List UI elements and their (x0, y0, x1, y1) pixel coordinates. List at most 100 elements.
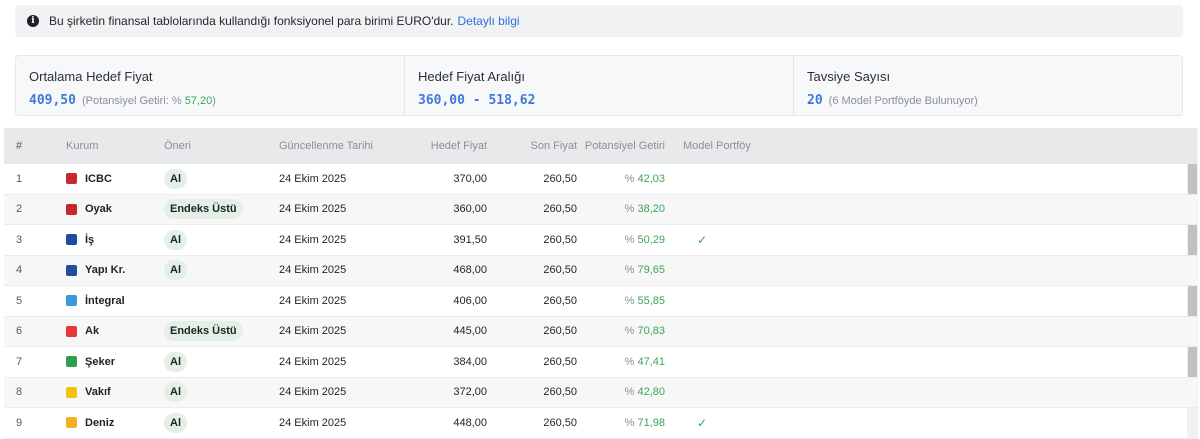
target-price: 372,00 (453, 386, 487, 399)
recommendation-cell: Al (152, 168, 277, 189)
table-body: 1 ICBC Al 24 Ekim 2025 370,00 260,50 % 42,03 2 O… (4, 164, 1197, 439)
details-link[interactable]: Detaylı bilgi (458, 14, 520, 28)
check-icon: ✓ (697, 232, 708, 247)
table-row[interactable]: 6 Ak Endeks Üstü 24 Ekim 2025 445,00 260,50 % … (4, 316, 1197, 347)
model-portfolio-cell: ✓ (665, 233, 765, 247)
table-row[interactable]: 1 ICBC Al 24 Ekim 2025 370,00 260,50 % 42,03 (4, 164, 1197, 195)
col-target-price[interactable]: Hedef Fiyat (392, 140, 487, 152)
recommendation-badge: Al (164, 260, 187, 281)
table-header: # Kurum Öneri Güncellenme Tarihi Hedef F… (4, 128, 1197, 164)
deniz-icon (66, 417, 77, 429)
institution-cell[interactable]: Deniz (52, 417, 152, 429)
vakif-icon (66, 386, 77, 398)
potential-return: % 79,65 (624, 264, 665, 277)
table-row[interactable]: 3 İş Al 24 Ekim 2025 391,50 260,50 % 50,29 ✓ (4, 225, 1197, 256)
last-price: 260,50 (543, 172, 577, 185)
recommendation-count-value: 20 (807, 93, 823, 108)
table-row[interactable]: 5 İntegral 24 Ekim 2025 406,00 260,50 % 55,85 (4, 286, 1197, 317)
last-price: 260,50 (543, 416, 577, 429)
col-index[interactable]: # (4, 140, 52, 152)
col-institution[interactable]: Kurum (52, 140, 152, 152)
institution-cell[interactable]: Oyak (52, 203, 152, 215)
potential-return: % 71,98 (624, 416, 665, 429)
recommendation-count-stat: Tavsiye Sayısı 20 (6 Model Portföyde Bul… (794, 56, 1182, 115)
recommendations-table: # Kurum Öneri Güncellenme Tarihi Hedef F… (4, 128, 1197, 439)
last-price: 260,50 (543, 264, 577, 277)
col-update-date[interactable]: Güncellenme Tarihi (277, 140, 392, 152)
institution-cell[interactable]: İntegral (52, 295, 152, 307)
target-range-label: Hedef Fiyat Aralığı (418, 69, 525, 84)
recommendation-badge: Endeks Üstü (164, 199, 243, 220)
recommendation-cell: Al (152, 229, 277, 250)
institution-name: İş (85, 233, 95, 246)
recommendation-badge: Endeks Üstü (164, 321, 243, 342)
target-price: 468,00 (453, 264, 487, 277)
update-date: 24 Ekim 2025 (279, 355, 347, 368)
potential-return: % 50,29 (624, 233, 665, 246)
row-index: 9 (16, 416, 23, 429)
table-row[interactable]: 7 Şeker Al 24 Ekim 2025 384,00 260,50 % 47,41 (4, 347, 1197, 378)
table-row[interactable]: 8 Vakıf Al 24 Ekim 2025 372,00 260,50 % 42,80 (4, 377, 1197, 408)
recommendation-badge: Al (164, 382, 187, 403)
institution-cell[interactable]: ICBC (52, 173, 152, 185)
potential-return: % 38,20 (624, 203, 665, 216)
yapikredi-icon (66, 264, 77, 276)
icbc-icon (66, 173, 77, 185)
institution-name: Deniz (85, 416, 115, 429)
recommendation-badge: Al (164, 351, 187, 372)
update-date: 24 Ekim 2025 (279, 416, 347, 429)
update-date: 24 Ekim 2025 (279, 172, 347, 185)
col-potential-return[interactable]: Potansiyel Getiri (577, 140, 665, 152)
target-range-stat: Hedef Fiyat Aralığı 360,00 - 518,62 (405, 56, 794, 115)
recommendation-cell: Al (152, 382, 277, 403)
target-price: 360,00 (453, 203, 487, 216)
target-price: 391,50 (453, 233, 487, 246)
potential-return: % 47,41 (624, 355, 665, 368)
table-row[interactable]: 2 Oyak Endeks Üstü 24 Ekim 2025 360,00 260,50… (4, 194, 1197, 225)
row-index: 3 (16, 233, 23, 246)
target-price: 384,00 (453, 355, 487, 368)
row-index: 5 (16, 294, 23, 307)
institution-cell[interactable]: Şeker (52, 356, 152, 368)
target-price: 370,00 (453, 172, 487, 185)
last-price: 260,50 (543, 355, 577, 368)
update-date: 24 Ekim 2025 (279, 233, 347, 246)
institution-name: Şeker (85, 355, 115, 368)
table-row[interactable]: 4 Yapı Kr. Al 24 Ekim 2025 468,00 260,50 % 79,… (4, 255, 1197, 286)
last-price: 260,50 (543, 233, 577, 246)
target-range-value: 360,00 - 518,62 (418, 93, 536, 108)
institution-name: Vakıf (85, 386, 111, 399)
institution-cell[interactable]: Yapı Kr. (52, 264, 152, 276)
notice-text: Bu şirketin finansal tablolarında kullan… (49, 14, 454, 28)
potential-return: % 42,03 (624, 172, 665, 185)
institution-cell[interactable]: Vakıf (52, 386, 152, 398)
potential-return: % 70,83 (624, 325, 665, 338)
target-price: 448,00 (453, 416, 487, 429)
last-price: 260,50 (543, 203, 577, 216)
recommendation-count-label: Tavsiye Sayısı (807, 69, 891, 84)
col-last-price[interactable]: Son Fiyat (487, 140, 577, 152)
avg-target-value: 409,50 (29, 93, 76, 108)
update-date: 24 Ekim 2025 (279, 264, 347, 277)
model-portfolio-cell: ✓ (665, 416, 765, 430)
last-price: 260,50 (543, 294, 577, 307)
recommendation-badge: Al (164, 412, 187, 433)
model-portfolio-count: (6 Model Portföyde Bulunuyor) (828, 95, 978, 107)
institution-cell[interactable]: İş (52, 234, 152, 246)
update-date: 24 Ekim 2025 (279, 386, 347, 399)
potential-return: % 55,85 (624, 294, 665, 307)
check-icon: ✓ (697, 415, 708, 430)
avg-target-stat: Ortalama Hedef Fiyat 409,50 (Potansiyel … (16, 56, 405, 115)
ak-icon (66, 325, 77, 337)
table-row[interactable]: 9 Deniz Al 24 Ekim 2025 448,00 260,50 % 71,98 ✓ (4, 408, 1197, 439)
col-recommendation[interactable]: Öneri (152, 140, 277, 152)
target-price-summary: Ortalama Hedef Fiyat 409,50 (Potansiyel … (15, 55, 1183, 116)
is-icon (66, 234, 77, 246)
row-index: 1 (16, 172, 23, 185)
row-index: 6 (16, 325, 23, 338)
recommendation-cell: Endeks Üstü (152, 199, 277, 220)
potential-return: % 42,80 (624, 386, 665, 399)
update-date: 24 Ekim 2025 (279, 294, 347, 307)
institution-cell[interactable]: Ak (52, 325, 152, 337)
col-model-portfolio[interactable]: Model Portföy (665, 140, 765, 152)
